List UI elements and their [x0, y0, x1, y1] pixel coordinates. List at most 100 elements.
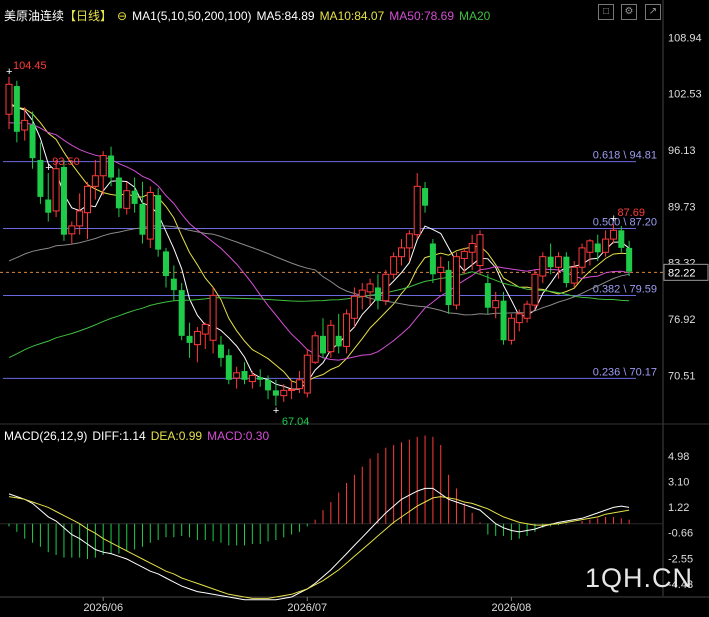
candle-down: [37, 142, 44, 204]
candle-body: [437, 266, 445, 274]
candle-body: [280, 389, 288, 397]
candle-up: [303, 349, 311, 398]
candle-body: [139, 203, 146, 235]
candle-body: [272, 390, 279, 396]
candle-down: [139, 181, 146, 244]
candle-body: [52, 168, 60, 212]
candle-down: [429, 239, 436, 284]
candle-up: [413, 173, 421, 240]
candle-body: [563, 256, 570, 284]
extreme-marker: +: [610, 213, 616, 225]
candle-body: [468, 242, 476, 253]
candle-up: [390, 252, 398, 279]
candle-body: [123, 190, 131, 209]
candle-up: [295, 371, 303, 394]
candle-body: [186, 335, 193, 343]
candle-up: [358, 283, 366, 310]
price-tick-label: 102.53: [668, 89, 702, 101]
candle-up: [578, 243, 586, 275]
candle-down: [13, 80, 20, 143]
candle-up: [311, 331, 319, 364]
candle-body: [60, 166, 67, 235]
price-tick-label: 89.73: [668, 201, 696, 213]
candle-up: [233, 366, 241, 389]
candle-body: [398, 247, 405, 258]
candle-up: [123, 181, 131, 215]
candle-down: [484, 274, 491, 314]
candle-body: [445, 269, 452, 306]
high-annotation: 87.69: [617, 207, 645, 219]
macd-tick-label: -0.66: [668, 528, 693, 540]
candle-down: [618, 225, 625, 253]
candle-up: [382, 269, 390, 306]
watermark: 1QH.CN: [585, 563, 694, 593]
candle-down: [257, 369, 264, 387]
candle-body: [382, 273, 390, 302]
candle-down: [45, 173, 52, 222]
candle-up: [91, 159, 99, 200]
candle-up: [437, 256, 445, 292]
candle-body: [209, 294, 217, 341]
candle-body: [91, 175, 99, 187]
price-tick-label: 108.94: [668, 32, 702, 44]
candle-body: [248, 374, 256, 383]
price-tick-label: 70.51: [668, 370, 696, 382]
candle-body: [413, 185, 421, 236]
candle-down: [563, 252, 570, 288]
extreme-marker: +: [6, 66, 12, 78]
high-annotation: 93.50: [52, 156, 80, 168]
candle-down: [445, 261, 452, 314]
current-price-label: 82.22: [668, 267, 696, 279]
candle-body: [327, 324, 335, 353]
candle-body: [335, 335, 342, 347]
candle-up: [507, 313, 515, 345]
candle-body: [405, 233, 413, 249]
candle-up: [201, 322, 209, 350]
candle-body: [13, 86, 20, 132]
candle-down: [594, 234, 601, 262]
price-tick-label: 76.92: [668, 314, 696, 326]
fib-level-label: 0.382 \ 79.59: [593, 283, 657, 295]
candle-body: [295, 379, 303, 390]
candle-body: [507, 317, 515, 341]
candle-body: [602, 238, 610, 253]
candle-down: [374, 274, 381, 310]
candle-up: [460, 247, 468, 275]
candle-body: [21, 119, 29, 131]
candle-up: [327, 320, 335, 358]
candle-up: [288, 379, 296, 400]
candle-body: [618, 230, 625, 248]
candle-body: [358, 289, 366, 297]
candle-up: [5, 76, 13, 130]
candle-body: [193, 330, 201, 346]
macd-legend: MACD(26,12,9) DIFF:1.14 DEA:0.99 MACD:0.30: [4, 429, 274, 443]
candle-down: [108, 146, 115, 187]
candle-down: [320, 318, 326, 358]
candle-body: [265, 379, 272, 391]
candle-body: [131, 190, 138, 204]
candle-up: [523, 300, 531, 323]
candle-up: [531, 269, 539, 310]
candle-body: [115, 177, 122, 209]
candle-up: [570, 261, 578, 288]
chart-canvas[interactable]: 108.94102.5396.1389.7383.3276.9270.5182.…: [0, 0, 709, 617]
candle-down: [186, 322, 193, 358]
macd-tick-label: 1.22: [668, 502, 689, 514]
candle-body: [609, 229, 617, 240]
candle-up: [350, 287, 358, 328]
price-tick-label: 96.13: [668, 145, 696, 157]
macd-title[interactable]: MACD(26,12,9): [4, 429, 87, 443]
low-annotation: 67.04: [282, 416, 310, 428]
candle-body: [45, 199, 52, 213]
candle-body: [484, 283, 491, 308]
candle-down: [178, 283, 185, 341]
candle-body: [84, 185, 91, 214]
candle-body: [320, 335, 326, 354]
candle-body: [586, 240, 594, 253]
candle-body: [217, 344, 224, 358]
candle-body: [460, 250, 468, 259]
ma5-line: [8, 102, 630, 390]
macd-diff: DIFF:1.14: [92, 429, 146, 443]
candle-body: [429, 243, 436, 275]
candle-body: [422, 188, 429, 206]
